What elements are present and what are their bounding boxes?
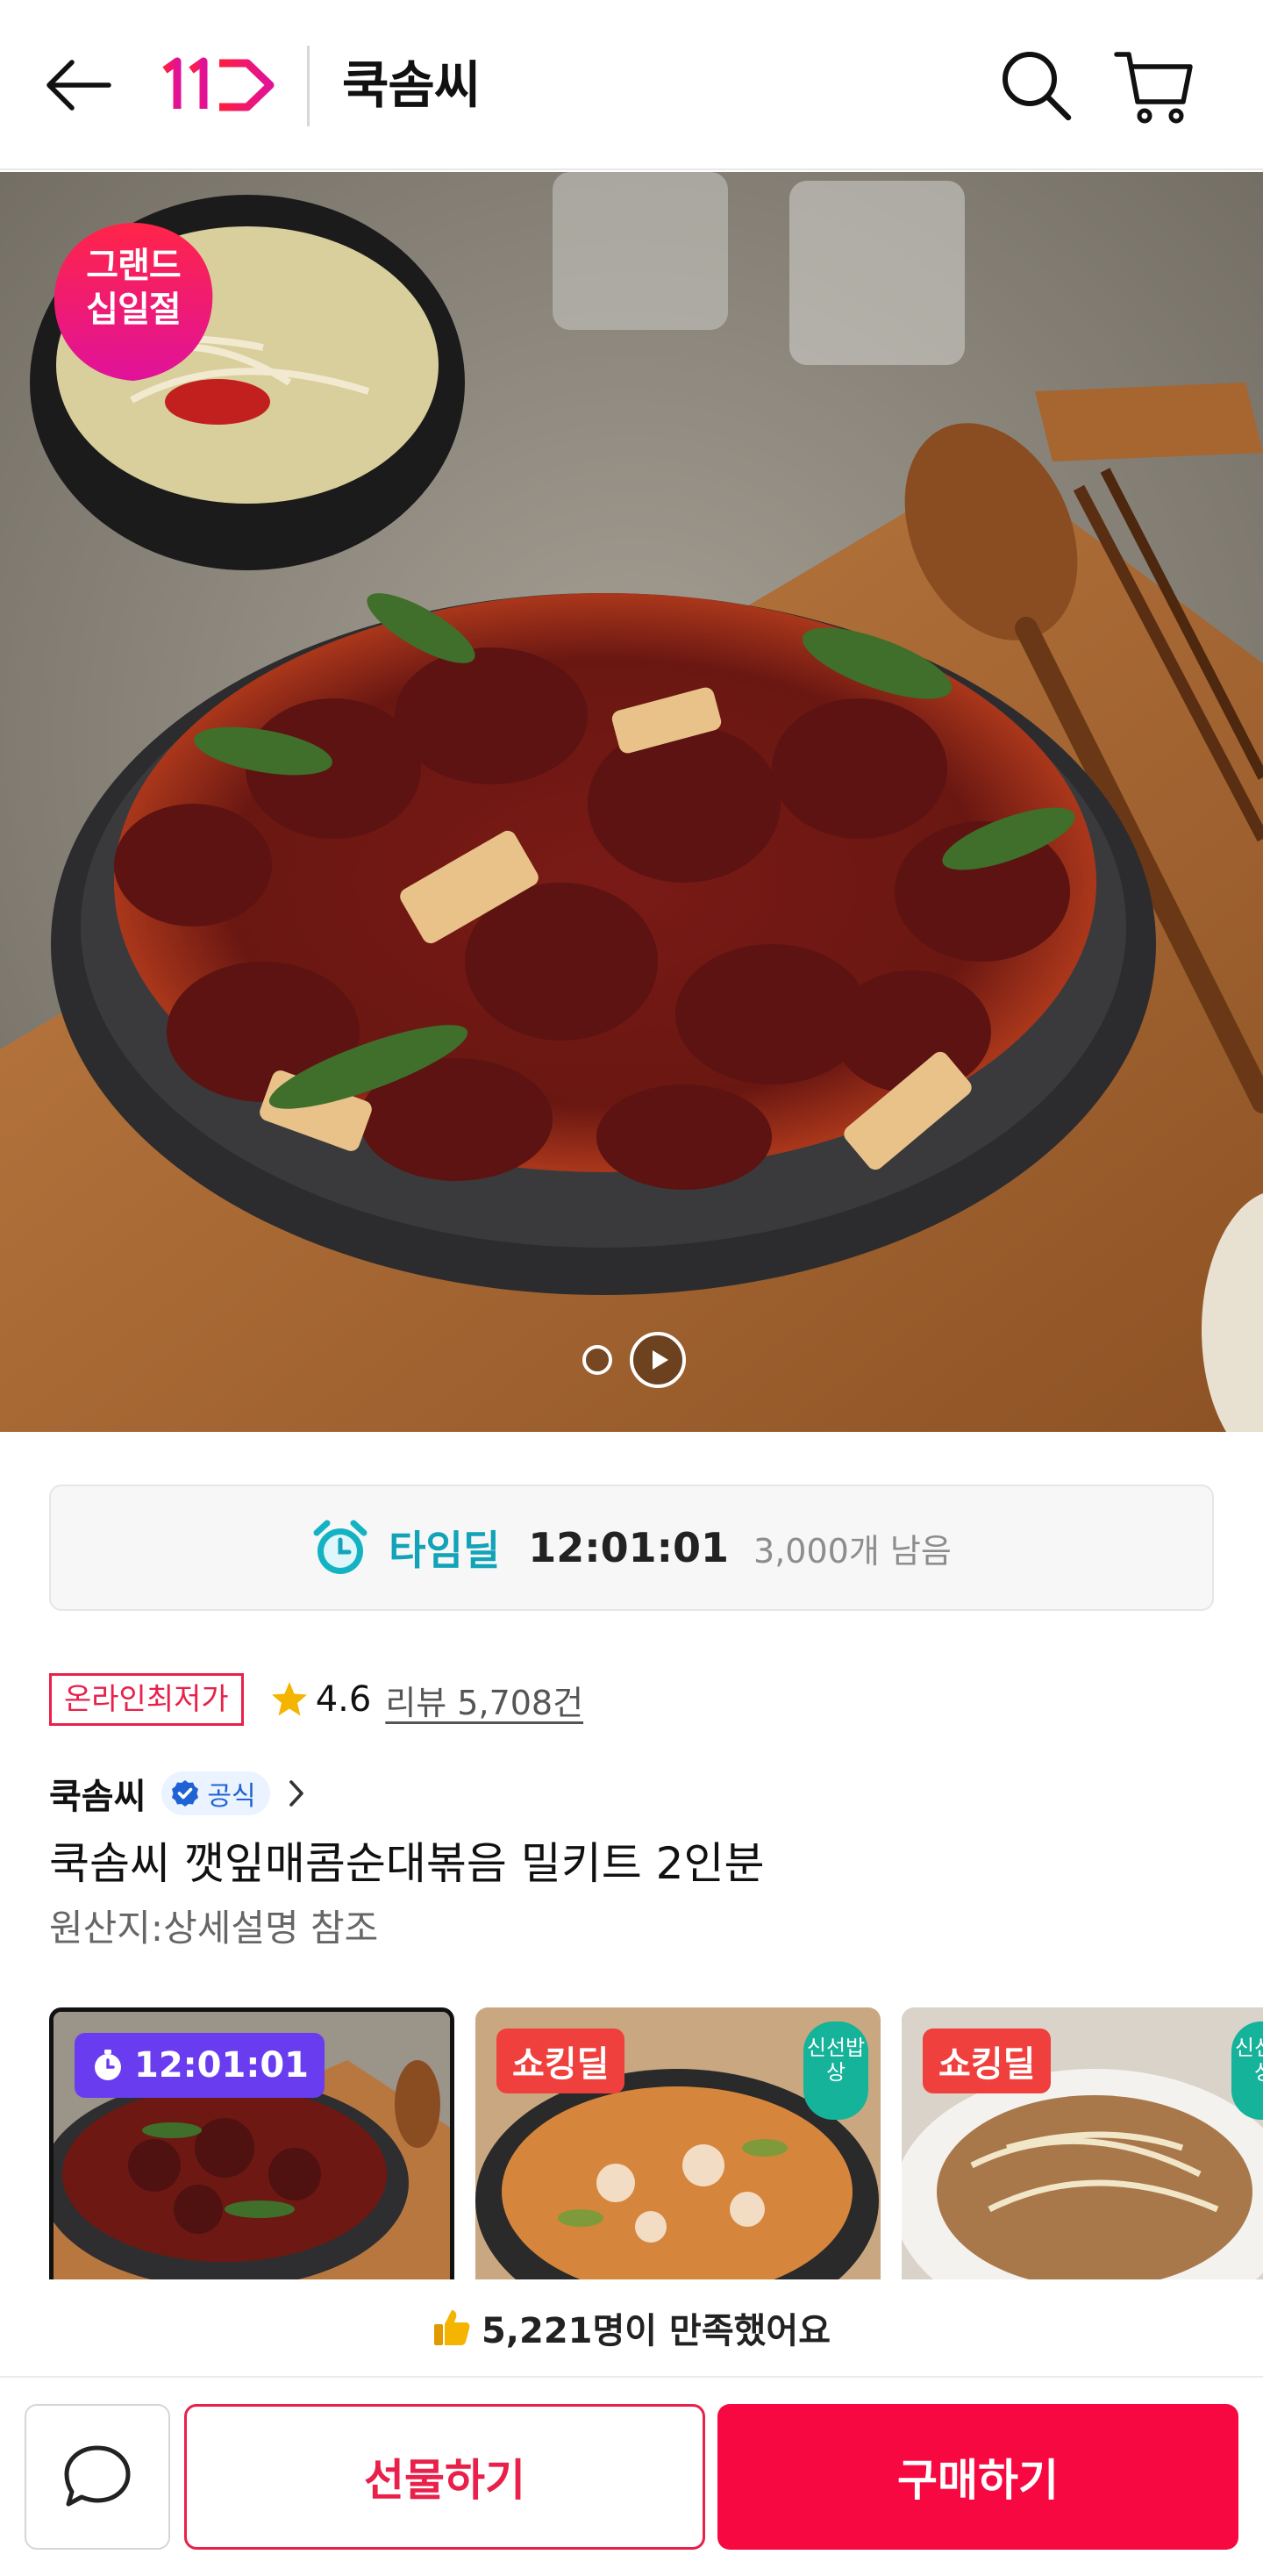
review-count-link[interactable]: 리뷰 5,708건 xyxy=(385,1676,583,1724)
search-button[interactable] xyxy=(996,46,1075,125)
related-product-card[interactable]: 12:01:01 xyxy=(49,2007,454,2279)
product-title: 쿡솜씨 깻잎매콤순대볶음 밀키트 2인분 xyxy=(49,1838,765,1889)
related-products-carousel[interactable]: 12:01:01 쇼킹딜 신선밥상 쇼킹딜 신선밥상 xyxy=(49,2007,1263,2279)
related-product-card[interactable]: 쇼킹딜 신선밥상 xyxy=(475,2007,881,2279)
autoplay-button[interactable] xyxy=(630,1332,686,1388)
cart-icon xyxy=(1114,52,1193,124)
gift-button[interactable]: 선물하기 xyxy=(184,2404,705,2550)
lowest-price-badge: 온라인최저가 xyxy=(49,1673,244,1726)
11st-logo[interactable] xyxy=(161,54,277,116)
satisfaction-text: 5,221명이 만족했어요 xyxy=(481,2311,831,2351)
official-label: 공식 xyxy=(207,1781,256,1812)
buy-button[interactable]: 구매하기 xyxy=(717,2404,1238,2550)
verified-check-icon xyxy=(172,1780,199,1807)
cart-button[interactable] xyxy=(1112,46,1195,128)
back-button[interactable] xyxy=(40,51,116,119)
search-icon xyxy=(1003,52,1072,121)
store-title[interactable]: 쿡솜씨 xyxy=(342,54,481,116)
chat-button[interactable] xyxy=(25,2404,170,2550)
card-timedeal-time: 12:01:01 xyxy=(134,2045,309,2086)
official-badge: 공식 xyxy=(161,1771,270,1815)
card-shocking-deal-tag: 쇼킹딜 xyxy=(923,2029,1052,2093)
timedeal-remaining: 3,000개 남음 xyxy=(753,1531,952,1571)
alarm-clock-icon xyxy=(313,1520,367,1574)
bottom-action-bar: 선물하기 구매하기 xyxy=(0,2379,1263,2576)
header-divider xyxy=(307,46,310,126)
stopwatch-icon xyxy=(95,2050,121,2080)
card-shocking-deal-tag: 쇼킹딜 xyxy=(496,2029,625,2093)
seller-name: 쿡솜씨 xyxy=(49,1777,146,1817)
fresh-meal-badge: 신선밥상 xyxy=(803,2021,868,2120)
grand-badge-line1: 그랜드 xyxy=(86,246,181,286)
satisfaction-banner: 5,221명이 만족했어요 xyxy=(0,2279,1263,2378)
chevron-right-icon xyxy=(289,1780,303,1807)
timedeal-countdown: 12:01:01 xyxy=(528,1524,730,1571)
carousel-controls xyxy=(582,1332,686,1388)
timedeal-label: 타임딜 xyxy=(389,1527,501,1574)
play-icon xyxy=(653,1350,668,1370)
product-image-carousel[interactable]: 그랜드 십일절 xyxy=(0,172,1263,1432)
carousel-dot[interactable] xyxy=(582,1345,612,1375)
card-timedeal-tag: 12:01:01 xyxy=(75,2033,325,2098)
star-icon xyxy=(271,1682,307,1716)
chat-bubble-icon xyxy=(64,2445,131,2507)
rating-value: 4.6 xyxy=(315,1679,372,1720)
timedeal-box: 타임딜 12:01:01 3,000개 남음 xyxy=(49,1485,1214,1611)
back-arrow-icon xyxy=(46,60,111,111)
fresh-meal-badge: 신선밥상 xyxy=(1231,2021,1263,2120)
grand-badge-text: 그랜드 십일절 xyxy=(47,244,219,332)
product-origin: 원산지:상세설명 참조 xyxy=(49,1907,379,1950)
top-app-bar: 쿡솜씨 xyxy=(0,0,1263,170)
grand-badge-line2: 십일절 xyxy=(86,290,181,330)
seller-link[interactable]: 쿡솜씨 공식 xyxy=(49,1765,305,1821)
product-info-row: 온라인최저가 4.6 리뷰 5,708건 xyxy=(49,1672,583,1727)
related-product-card[interactable]: 쇼킹딜 신선밥상 xyxy=(902,2007,1263,2279)
thumbs-up-icon xyxy=(433,2310,470,2345)
